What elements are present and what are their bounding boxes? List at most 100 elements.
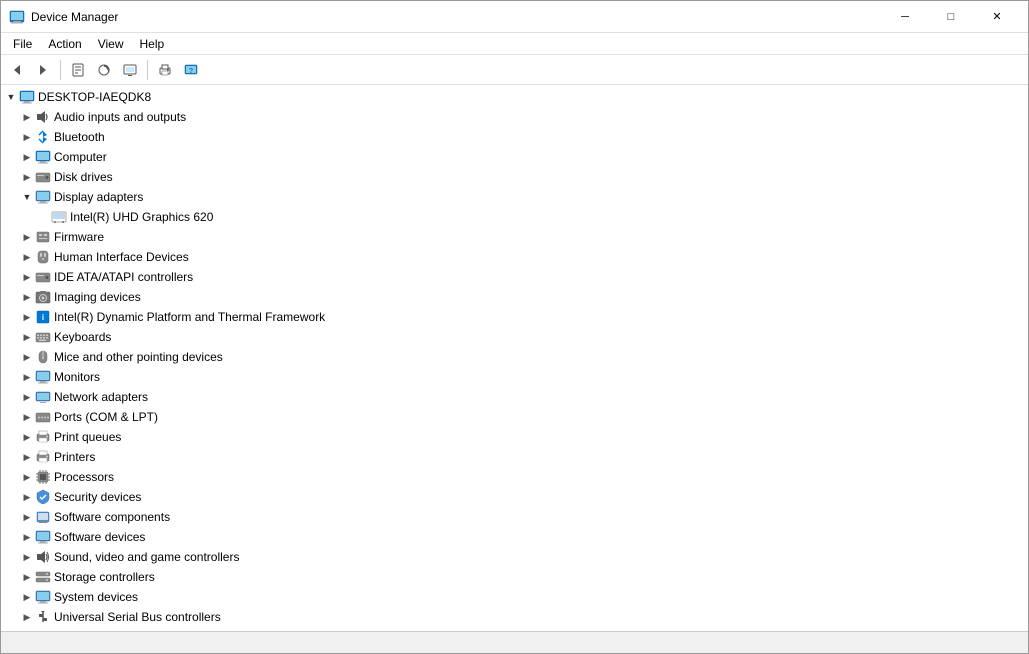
tree-item-keyboard[interactable]: ▶ Keyboards bbox=[1, 327, 1028, 347]
keyboard-icon bbox=[35, 329, 51, 345]
display-expand-arrow: ▼ bbox=[19, 189, 35, 205]
computer-expand-arrow: ▶ bbox=[19, 149, 35, 165]
tree-root[interactable]: ▼ DESKTOP-IAEQDK8 bbox=[1, 87, 1028, 107]
processors-label: Processors bbox=[54, 470, 114, 484]
audio-icon bbox=[35, 109, 51, 125]
tree-item-audio[interactable]: ▶ Audio inputs and outputs bbox=[1, 107, 1028, 127]
tree-item-disk[interactable]: ▶ Disk drives bbox=[1, 167, 1028, 187]
scan-button[interactable] bbox=[118, 58, 142, 82]
printqueue-expand-arrow: ▶ bbox=[19, 429, 35, 445]
mice-expand-arrow: ▶ bbox=[19, 349, 35, 365]
network-label: Network adapters bbox=[54, 390, 148, 404]
tree-item-network[interactable]: ▶ Network adapters bbox=[1, 387, 1028, 407]
keyboard-label: Keyboards bbox=[54, 330, 111, 344]
ports-icon bbox=[35, 409, 51, 425]
storage-expand-arrow: ▶ bbox=[19, 569, 35, 585]
softcomp-expand-arrow: ▶ bbox=[19, 509, 35, 525]
disk-icon bbox=[35, 169, 51, 185]
softdev-expand-arrow: ▶ bbox=[19, 529, 35, 545]
bluetooth-label: Bluetooth bbox=[54, 130, 105, 144]
tree-item-firmware[interactable]: ▶ Firmware bbox=[1, 227, 1028, 247]
security-expand-arrow: ▶ bbox=[19, 489, 35, 505]
minimize-button[interactable]: ─ bbox=[882, 1, 928, 33]
processors-expand-arrow: ▶ bbox=[19, 469, 35, 485]
imaging-icon bbox=[35, 289, 51, 305]
bluetooth-expand-arrow: ▶ bbox=[19, 129, 35, 145]
softcomp-icon bbox=[35, 509, 51, 525]
intel-label: Intel(R) Dynamic Platform and Thermal Fr… bbox=[54, 310, 325, 324]
tree-item-display[interactable]: ▼ Display adapters bbox=[1, 187, 1028, 207]
properties-button[interactable] bbox=[66, 58, 90, 82]
tree-item-storage[interactable]: ▶ Storage controllers bbox=[1, 567, 1028, 587]
printers-expand-arrow: ▶ bbox=[19, 449, 35, 465]
help-button[interactable]: ? bbox=[179, 58, 203, 82]
print-button[interactable] bbox=[153, 58, 177, 82]
mice-icon bbox=[35, 349, 51, 365]
firmware-expand-arrow: ▶ bbox=[19, 229, 35, 245]
forward-button[interactable] bbox=[31, 58, 55, 82]
tree-item-printqueue[interactable]: ▶ Print queues bbox=[1, 427, 1028, 447]
tree-item-security[interactable]: ▶ Security devices bbox=[1, 487, 1028, 507]
tree-item-processors[interactable]: ▶ Proces bbox=[1, 467, 1028, 487]
menu-bar: File Action View Help bbox=[1, 33, 1028, 55]
tree-item-ports[interactable]: ▶ Ports (COM & LPT) bbox=[1, 407, 1028, 427]
menu-help[interactable]: Help bbox=[132, 33, 173, 54]
ports-label: Ports (COM & LPT) bbox=[54, 410, 158, 424]
intel-icon: i bbox=[35, 309, 51, 325]
tree-item-softdev[interactable]: ▶ Software devices bbox=[1, 527, 1028, 547]
monitors-icon bbox=[35, 369, 51, 385]
usb-icon bbox=[35, 609, 51, 625]
svg-text:?: ? bbox=[189, 68, 193, 75]
tree-item-system[interactable]: ▶ System devices bbox=[1, 587, 1028, 607]
tree-item-printers[interactable]: ▶ Printers bbox=[1, 447, 1028, 467]
security-label: Security devices bbox=[54, 490, 141, 504]
softdev-icon bbox=[35, 529, 51, 545]
storage-label: Storage controllers bbox=[54, 570, 155, 584]
processors-icon bbox=[35, 469, 51, 485]
printqueue-label: Print queues bbox=[54, 430, 121, 444]
usb-label: Universal Serial Bus controllers bbox=[54, 610, 221, 624]
ide-expand-arrow: ▶ bbox=[19, 269, 35, 285]
imaging-expand-arrow: ▶ bbox=[19, 289, 35, 305]
tree-item-softcomp[interactable]: ▶ Software components bbox=[1, 507, 1028, 527]
menu-file[interactable]: File bbox=[5, 33, 40, 54]
back-button[interactable] bbox=[5, 58, 29, 82]
hid-expand-arrow: ▶ bbox=[19, 249, 35, 265]
menu-action[interactable]: Action bbox=[40, 33, 89, 54]
monitors-label: Monitors bbox=[54, 370, 100, 384]
display-label: Display adapters bbox=[54, 190, 143, 204]
tree-item-usb[interactable]: ▶ Universal Serial Bus controllers bbox=[1, 607, 1028, 627]
tree-content[interactable]: ▼ DESKTOP-IAEQDK8 ▶ Audio bbox=[1, 85, 1028, 631]
ide-label: IDE ATA/ATAPI controllers bbox=[54, 270, 193, 284]
maximize-button[interactable]: □ bbox=[928, 1, 974, 33]
system-expand-arrow: ▶ bbox=[19, 589, 35, 605]
tree-item-imaging[interactable]: ▶ Imaging devices bbox=[1, 287, 1028, 307]
tree-item-intel[interactable]: ▶ i Intel(R) Dynamic Platform and Therma… bbox=[1, 307, 1028, 327]
tree-item-bluetooth[interactable]: ▶ Bluetooth bbox=[1, 127, 1028, 147]
bluetooth-icon bbox=[35, 129, 51, 145]
gpu-icon bbox=[51, 209, 67, 225]
menu-view[interactable]: View bbox=[90, 33, 132, 54]
tree-item-sound[interactable]: ▶ Sound, video and game controllers bbox=[1, 547, 1028, 567]
toolbar-separator-1 bbox=[60, 60, 61, 80]
tree-item-gpu[interactable]: ▶ Intel(R) UHD Graphics 620 bbox=[1, 207, 1028, 227]
update-button[interactable] bbox=[92, 58, 116, 82]
sound-expand-arrow: ▶ bbox=[19, 549, 35, 565]
close-button[interactable]: ✕ bbox=[974, 1, 1020, 33]
computer-icon bbox=[35, 149, 51, 165]
device-manager-window: Device Manager ─ □ ✕ File Action View He… bbox=[0, 0, 1029, 654]
tree-item-hid[interactable]: ▶ Human Interface Devices bbox=[1, 247, 1028, 267]
tree-item-ide[interactable]: ▶ IDE ATA/ATAPI controllers bbox=[1, 267, 1028, 287]
softdev-label: Software devices bbox=[54, 530, 145, 544]
computer-label: Computer bbox=[54, 150, 107, 164]
printers-label: Printers bbox=[54, 450, 95, 464]
tree-item-computer[interactable]: ▶ Computer bbox=[1, 147, 1028, 167]
ide-icon bbox=[35, 269, 51, 285]
network-expand-arrow: ▶ bbox=[19, 389, 35, 405]
hid-label: Human Interface Devices bbox=[54, 250, 189, 264]
printqueue-icon bbox=[35, 429, 51, 445]
tree-item-mice[interactable]: ▶ Mice and other pointing devices bbox=[1, 347, 1028, 367]
mice-label: Mice and other pointing devices bbox=[54, 350, 223, 364]
printers-icon bbox=[35, 449, 51, 465]
tree-item-monitors[interactable]: ▶ Monitors bbox=[1, 367, 1028, 387]
